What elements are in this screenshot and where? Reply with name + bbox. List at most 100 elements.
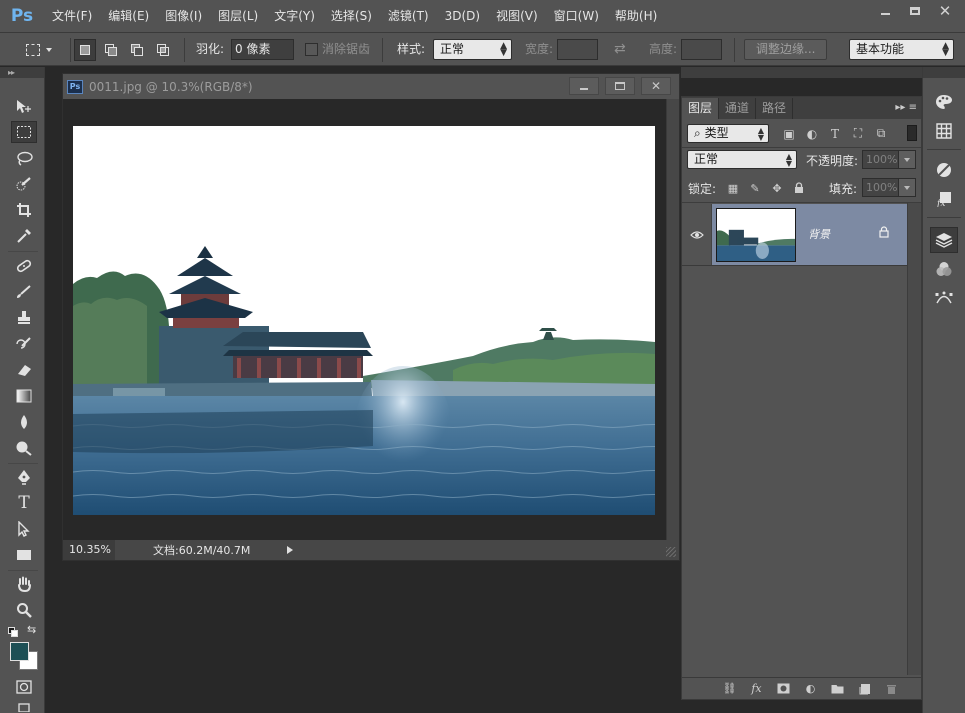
gradient-tool[interactable] — [11, 385, 37, 407]
dock-grip[interactable] — [923, 67, 965, 78]
swatches-panel-button[interactable] — [930, 118, 958, 144]
menu-type[interactable]: 文字(Y) — [266, 0, 323, 32]
layer-visibility-toggle[interactable] — [682, 204, 712, 265]
layer-style-fx-icon[interactable]: fx — [749, 681, 764, 696]
blend-mode-select[interactable]: 正常 ▲ ▼ — [687, 150, 797, 169]
eraser-tool[interactable] — [11, 359, 37, 381]
default-colors-icon[interactable] — [8, 626, 19, 637]
paths-panel-button[interactable] — [930, 285, 958, 311]
status-menu-arrow-icon[interactable] — [287, 546, 293, 554]
layers-panel-button[interactable] — [930, 227, 958, 253]
antialias-checkbox[interactable] — [305, 43, 318, 56]
opacity-input[interactable]: 100% — [862, 150, 916, 169]
menu-file[interactable]: 文件(F) — [44, 0, 100, 32]
menu-3d[interactable]: 3D(D) — [437, 0, 488, 32]
filter-toggle-switch[interactable] — [907, 125, 917, 141]
document-maximize-button[interactable] — [605, 77, 635, 95]
tab-layers[interactable]: 图层 — [682, 98, 720, 119]
smart-object-filter-icon[interactable]: ⧉ — [873, 126, 889, 142]
layer-row[interactable]: 背景 — [682, 204, 907, 266]
layer-name[interactable]: 背景 — [808, 226, 830, 242]
hand-tool[interactable] — [11, 573, 37, 595]
style-select[interactable]: 正常 ▲ ▼ — [433, 39, 512, 60]
brush-tool[interactable] — [11, 281, 37, 303]
lock-image-icon[interactable]: ✎ — [748, 181, 762, 195]
path-selection-tool[interactable] — [11, 518, 37, 540]
menu-select[interactable]: 选择(S) — [323, 0, 380, 32]
canvas-area[interactable] — [63, 99, 667, 541]
adjustments-panel-button[interactable] — [930, 157, 958, 183]
type-tool[interactable]: T — [11, 492, 37, 514]
rectangular-marquee-tool[interactable] — [11, 121, 37, 143]
width-input[interactable] — [557, 39, 598, 60]
channels-panel-button[interactable] — [930, 256, 958, 282]
close-button[interactable]: ✕ — [931, 2, 959, 20]
document-vertical-scrollbar[interactable] — [666, 99, 679, 541]
document-minimize-button[interactable] — [569, 77, 599, 95]
fill-dropdown[interactable] — [898, 179, 915, 196]
pixel-layer-filter-icon[interactable]: ▣ — [781, 126, 797, 142]
adjustment-layer-icon[interactable]: ◐ — [803, 681, 818, 696]
new-layer-icon[interactable] — [857, 681, 872, 696]
subtract-selection-button[interactable] — [126, 39, 148, 61]
healing-brush-tool[interactable] — [11, 255, 37, 277]
blur-tool[interactable] — [11, 411, 37, 433]
lock-transparent-icon[interactable]: ▦ — [726, 181, 740, 195]
link-layers-icon[interactable]: ⛓ — [722, 681, 737, 696]
resize-grip[interactable] — [666, 547, 676, 557]
styles-panel-button[interactable]: fx — [930, 186, 958, 212]
lock-all-icon[interactable] — [792, 181, 806, 195]
height-input[interactable] — [681, 39, 722, 60]
feather-input[interactable]: 0 像素 — [231, 39, 294, 60]
color-panel-button[interactable] — [930, 89, 958, 115]
opacity-dropdown[interactable] — [898, 151, 915, 168]
refine-edge-button[interactable]: 调整边缘... — [744, 39, 828, 60]
add-mask-icon[interactable] — [776, 681, 791, 696]
move-tool[interactable] — [11, 96, 37, 118]
menu-help[interactable]: 帮助(H) — [607, 0, 665, 32]
workspace-select[interactable]: 基本功能 ▲ ▼ — [849, 39, 954, 60]
foreground-color-swatch[interactable] — [10, 642, 29, 661]
rectangle-tool[interactable] — [11, 544, 37, 566]
document-close-button[interactable]: ✕ — [641, 77, 671, 95]
add-to-selection-button[interactable] — [100, 39, 122, 61]
menu-window[interactable]: 窗口(W) — [546, 0, 607, 32]
lock-position-icon[interactable]: ✥ — [770, 181, 784, 195]
new-group-icon[interactable] — [830, 681, 845, 696]
fill-input[interactable]: 100% — [862, 178, 916, 197]
toolbox-grip[interactable]: ▸▸ — [0, 67, 44, 78]
zoom-level[interactable]: 10.35% — [63, 540, 115, 560]
menu-view[interactable]: 视图(V) — [488, 0, 546, 32]
menu-layer[interactable]: 图层(L) — [210, 0, 266, 32]
menu-edit[interactable]: 编辑(E) — [100, 0, 157, 32]
menu-filter[interactable]: 滤镜(T) — [380, 0, 437, 32]
adjustment-layer-filter-icon[interactable]: ◐ — [804, 126, 820, 142]
canvas-image[interactable] — [73, 126, 655, 515]
dodge-tool[interactable] — [11, 437, 37, 459]
eyedropper-tool[interactable] — [11, 225, 37, 247]
history-brush-tool[interactable] — [11, 333, 37, 355]
minimize-button[interactable] — [871, 2, 899, 20]
swap-width-height-icon[interactable]: ⇄ — [614, 33, 626, 66]
delete-layer-icon[interactable] — [884, 681, 899, 696]
menu-image[interactable]: 图像(I) — [157, 0, 210, 32]
swap-colors-icon[interactable]: ⇆ — [27, 623, 36, 636]
tab-paths[interactable]: 路径 — [756, 98, 794, 119]
layer-filter-select[interactable]: ⌕ 类型 ▲ ▼ — [687, 124, 769, 143]
layers-scrollbar[interactable] — [907, 203, 921, 675]
lasso-tool[interactable] — [11, 147, 37, 169]
crop-tool[interactable] — [11, 199, 37, 221]
panel-dock-grip[interactable] — [681, 67, 922, 78]
screen-mode-button[interactable] — [11, 700, 37, 712]
tab-channels[interactable]: 通道 — [719, 98, 757, 119]
maximize-button[interactable] — [901, 2, 929, 20]
type-layer-filter-icon[interactable]: T — [827, 126, 843, 142]
tool-preset-picker[interactable] — [26, 40, 64, 60]
pen-tool[interactable] — [11, 466, 37, 488]
panel-menu-icon[interactable]: ▸▸ ≡ — [895, 102, 917, 113]
quick-mask-button[interactable] — [11, 676, 37, 698]
shape-layer-filter-icon[interactable]: ⛶ — [850, 126, 866, 142]
zoom-tool[interactable] — [11, 599, 37, 621]
intersect-selection-button[interactable] — [152, 39, 174, 61]
clone-stamp-tool[interactable] — [11, 307, 37, 329]
